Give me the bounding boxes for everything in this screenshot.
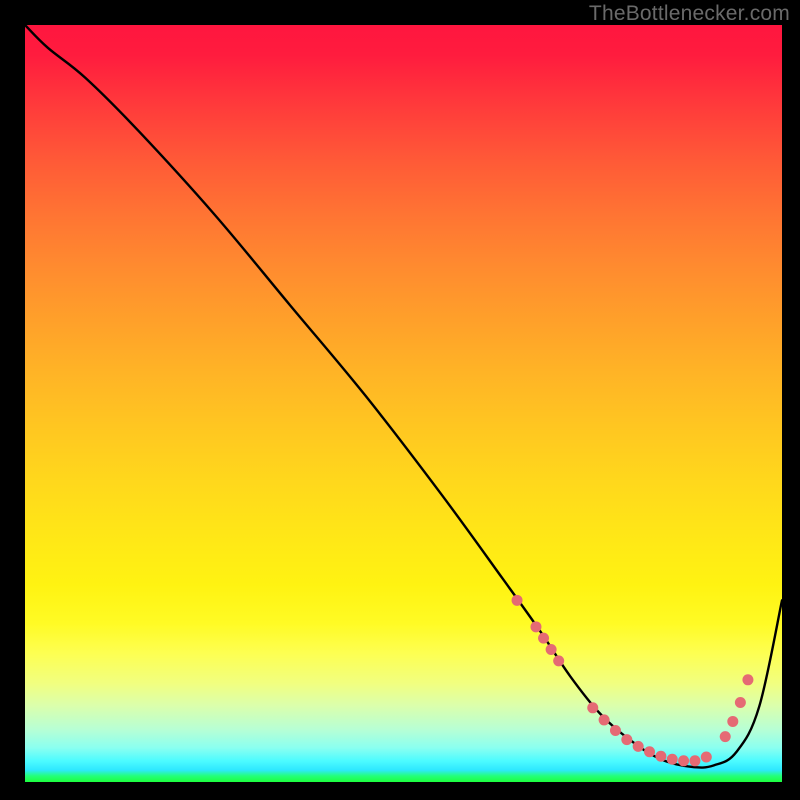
data-marker	[689, 755, 700, 766]
data-marker	[644, 746, 655, 757]
data-marker	[720, 731, 731, 742]
data-marker	[701, 752, 712, 763]
data-marker	[735, 697, 746, 708]
data-marker	[610, 725, 621, 736]
data-marker	[621, 734, 632, 745]
data-marker	[633, 741, 644, 752]
watermark-text: TheBottlenecker.com	[589, 2, 790, 26]
data-marker	[655, 751, 666, 762]
bottleneck-curve	[25, 25, 782, 768]
data-marker	[667, 754, 678, 765]
data-marker	[727, 716, 738, 727]
chart-frame: TheBottlenecker.com	[0, 0, 800, 800]
chart-svg	[25, 25, 782, 782]
data-marker	[678, 755, 689, 766]
data-marker	[538, 633, 549, 644]
data-marker	[546, 644, 557, 655]
data-marker	[599, 714, 610, 725]
data-marker	[512, 595, 523, 606]
data-marker	[587, 702, 598, 713]
plot-area	[25, 25, 782, 782]
data-marker	[742, 674, 753, 685]
data-marker	[530, 621, 541, 632]
data-marker	[553, 655, 564, 666]
